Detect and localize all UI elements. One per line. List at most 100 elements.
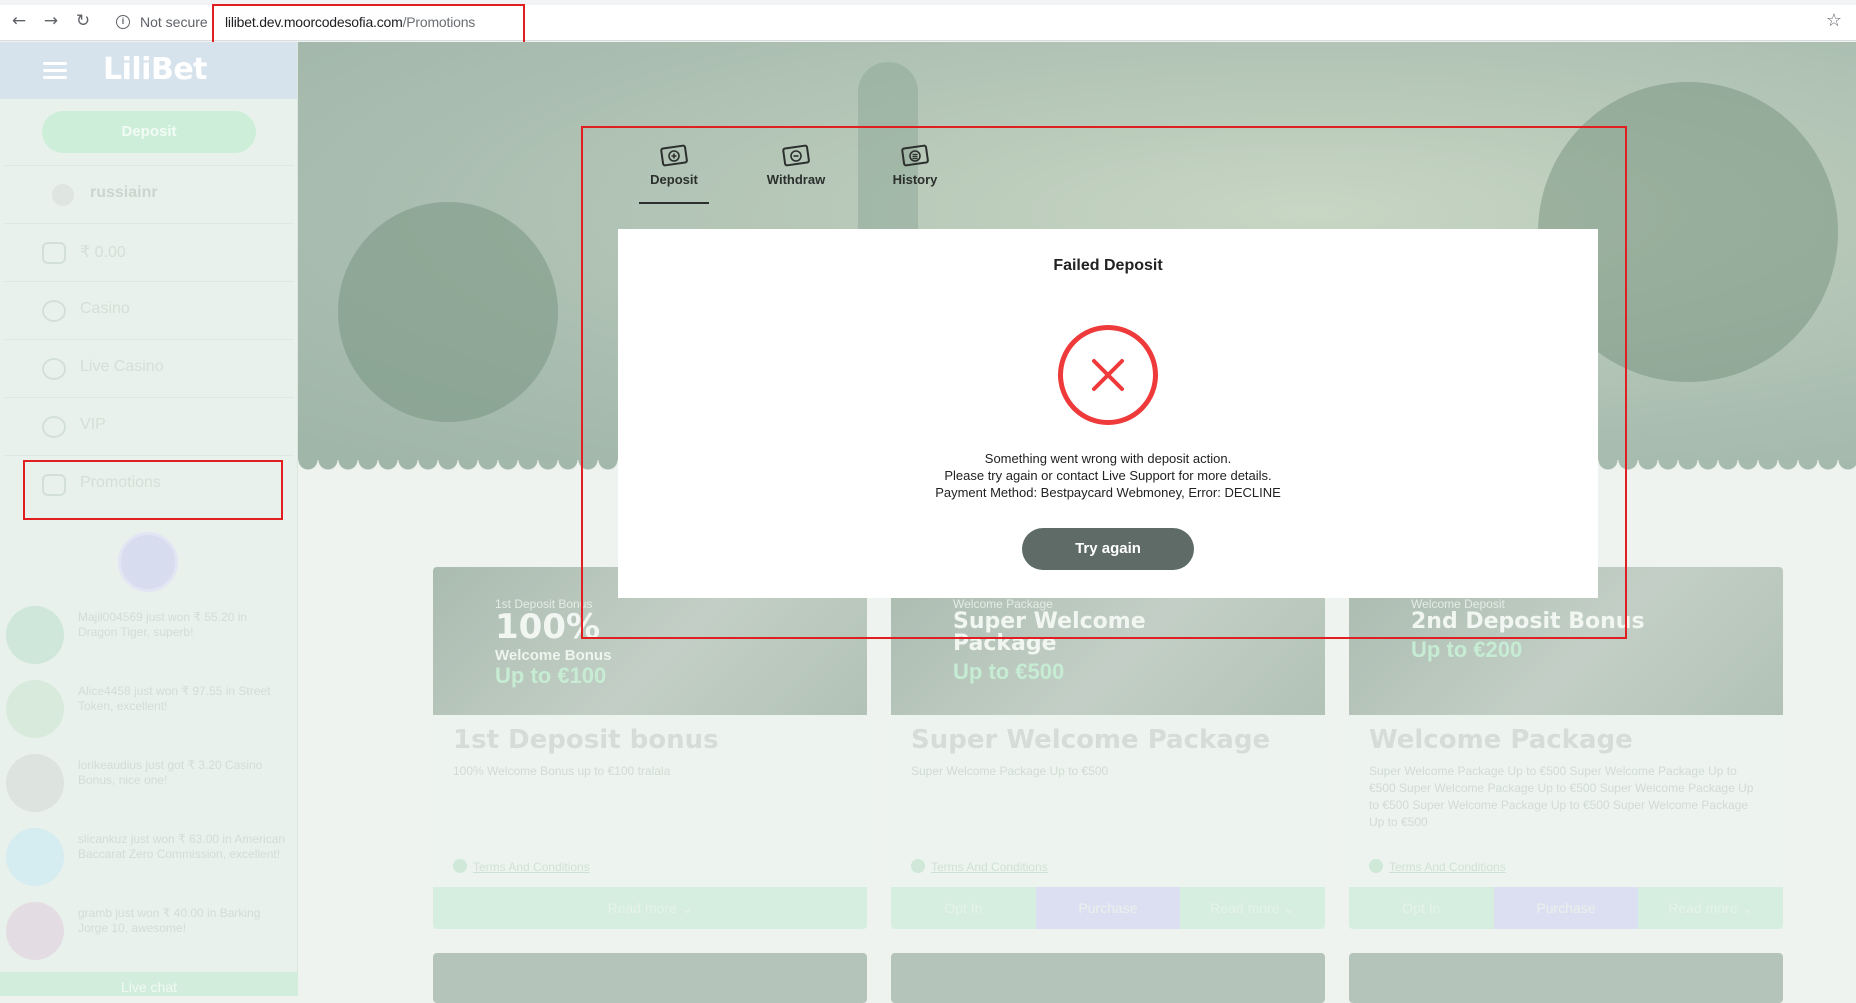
promo-title: Welcome Package <box>1369 725 1633 755</box>
sidebar-deposit-button[interactable]: Deposit <box>42 111 256 153</box>
avatar <box>52 184 74 206</box>
casino-icon <box>42 300 66 322</box>
terms-link[interactable]: Terms And Conditions <box>911 859 1048 874</box>
back-arrow-icon[interactable]: ← <box>10 12 28 30</box>
banner-accent: Up to €200 <box>1411 637 1523 662</box>
feed-text: Majil004569 just won ₹ 55.20 in Dragon T… <box>78 610 248 639</box>
list-item: Alice4458 just won ₹ 97.55 in Street Tok… <box>6 676 292 740</box>
avatar <box>6 902 64 960</box>
banner-accent: Up to €100 <box>495 663 607 688</box>
tab-history[interactable]: History <box>870 142 960 187</box>
error-details: Payment Method: Bestpaycard Webmoney, Er… <box>935 485 1281 500</box>
sidebar-item-promotions[interactable]: Promotions <box>4 455 294 513</box>
vip-icon <box>42 416 66 438</box>
vip-avatar[interactable] <box>118 532 178 592</box>
info-icon[interactable]: i <box>116 15 130 29</box>
sidebar-balance[interactable]: ₹ 0.00 <box>4 223 294 281</box>
url-text[interactable]: lilibet.dev.moorcodesofia.com/Promotions <box>225 14 475 30</box>
opt-in-button[interactable]: Opt In <box>1349 887 1494 929</box>
info-icon <box>1369 859 1383 873</box>
read-more-button[interactable]: Read more ⌄ <box>433 887 867 929</box>
try-again-button[interactable]: Try again <box>1022 528 1194 570</box>
gift-icon <box>42 474 66 496</box>
tab-withdraw[interactable]: Withdraw <box>751 142 841 187</box>
feed-text: slicankuz just won ₹ 63.00 in American B… <box>78 832 286 861</box>
sidebar-item-label: VIP <box>80 416 106 433</box>
panel-title: Failed Deposit <box>1053 257 1163 274</box>
promo-description: Super Welcome Package Up to €500 Super W… <box>1369 764 1754 829</box>
sidebar-item-casino[interactable]: Casino <box>4 281 294 339</box>
feed-text: gramb just won ₹ 40.00 in Barking Jorge … <box>78 906 261 935</box>
avatar <box>6 754 64 812</box>
list-item: lorikeaudius just got ₹ 3.20 Casino Bonu… <box>6 750 292 814</box>
tab-deposit[interactable]: Deposit <box>629 142 719 204</box>
info-icon <box>911 859 925 873</box>
sidebar-item-label: Casino <box>80 300 130 317</box>
url-path: /Promotions <box>402 14 476 30</box>
sidebar-item-label: Promotions <box>80 474 161 491</box>
avatar <box>6 680 64 738</box>
promo-title: Super Welcome Package <box>911 725 1271 755</box>
terms-link[interactable]: Terms And Conditions <box>453 859 590 874</box>
promo-card: Welcome Deposit 2nd Deposit Bonus Up to … <box>1349 567 1783 929</box>
avatar <box>6 606 64 664</box>
username: russiainr <box>90 184 158 201</box>
opt-in-button[interactable]: Opt In <box>891 887 1036 929</box>
terms-label: Terms And Conditions <box>931 860 1048 874</box>
cashier-tabs: Deposit Withdraw History <box>584 128 1624 228</box>
info-icon <box>453 859 467 873</box>
forward-arrow-icon[interactable]: → <box>42 12 60 30</box>
failed-deposit-panel: Failed Deposit Something went wrong with… <box>618 229 1598 598</box>
logo[interactable]: LiliBet <box>103 52 208 87</box>
wallet-icon <box>42 242 66 264</box>
tab-label: Withdraw <box>766 172 826 187</box>
tab-label: History <box>892 172 938 187</box>
reload-icon[interactable]: ↻ <box>74 12 92 30</box>
live-chat-button[interactable]: Live chat <box>0 972 298 996</box>
sidebar-item-live-casino[interactable]: Live Casino <box>4 339 294 397</box>
terms-label: Terms And Conditions <box>1389 860 1506 874</box>
browser-toolbar: ← → ↻ i Not secure lilibet.dev.moorcodes… <box>0 0 1856 41</box>
terms-label: Terms And Conditions <box>473 860 590 874</box>
list-item: Majil004569 just won ₹ 55.20 in Dragon T… <box>6 602 292 666</box>
hamburger-menu-icon[interactable] <box>43 62 67 80</box>
tab-label: Deposit <box>650 172 698 187</box>
sidebar-item-vip[interactable]: VIP <box>4 397 294 455</box>
error-message-line: Please try again or contact Live Support… <box>944 468 1272 483</box>
banner-headline: Super Welcome Package <box>953 609 1146 656</box>
withdraw-icon <box>782 144 810 167</box>
security-label[interactable]: Not secure <box>140 14 208 30</box>
feed-text: Alice4458 just won ₹ 97.55 in Street Tok… <box>78 684 271 713</box>
sidebar-item-label: Live Casino <box>80 358 164 375</box>
banner-headline: 100% <box>495 607 601 647</box>
read-more-button[interactable]: Read more ⌄ <box>1638 887 1783 929</box>
list-item: slicankuz just won ₹ 63.00 in American B… <box>6 824 292 888</box>
promo-description: Super Welcome Package Up to €500 <box>911 764 1109 778</box>
sidebar: LiliBet Deposit russiainr ₹ 0.00 Casino … <box>0 42 298 996</box>
banner-headline: 2nd Deposit Bonus <box>1411 609 1645 634</box>
bookmark-star-icon[interactable]: ☆ <box>1826 10 1842 31</box>
promo-description: 100% Welcome Bonus up to €100 tralala <box>453 764 671 778</box>
address-bar[interactable]: i Not secure lilibet.dev.moorcodesofia.c… <box>106 7 1826 37</box>
list-item: gramb just won ₹ 40.00 in Barking Jorge … <box>6 898 292 962</box>
promo-actions: Opt In Purchase Read more ⌄ <box>1349 887 1783 929</box>
promo-card: 1st Deposit Bonus 100% Welcome Bonus Up … <box>433 567 867 929</box>
promo-card: Welcome Package Super Welcome Package Up… <box>891 567 1325 929</box>
purchase-button[interactable]: Purchase <box>1035 887 1181 929</box>
deposit-icon <box>660 144 688 167</box>
sidebar-header: LiliBet <box>0 42 297 99</box>
tab-strip <box>0 0 1856 5</box>
read-more-button[interactable]: Read more ⌄ <box>1180 887 1325 929</box>
banner-subheadline: Welcome Bonus <box>495 647 612 664</box>
balance-value: ₹ 0.00 <box>80 244 126 261</box>
terms-link[interactable]: Terms And Conditions <box>1369 859 1506 874</box>
error-message-line: Something went wrong with deposit action… <box>984 451 1232 466</box>
promo-actions: Read more ⌄ <box>433 887 867 929</box>
url-host: lilibet.dev.moorcodesofia.com <box>225 14 403 30</box>
sidebar-user[interactable]: russiainr <box>4 165 294 223</box>
promo-title: 1st Deposit bonus <box>453 725 719 755</box>
avatar <box>6 828 64 886</box>
promo-actions: Opt In Purchase Read more ⌄ <box>891 887 1325 929</box>
active-tab-indicator <box>639 202 709 204</box>
purchase-button[interactable]: Purchase <box>1493 887 1639 929</box>
